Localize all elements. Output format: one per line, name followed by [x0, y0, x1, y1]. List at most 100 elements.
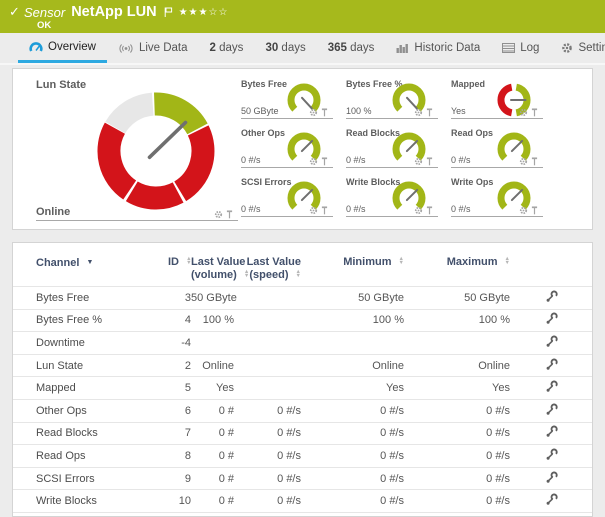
channel-settings-cell[interactable]	[510, 354, 592, 377]
channel-settings-cell[interactable]	[510, 287, 592, 310]
table-body: Bytes Free350 GByte50 GByte50 GByteBytes…	[13, 287, 592, 513]
gauge-value: Yes	[451, 106, 466, 116]
pin-icon[interactable]	[531, 157, 538, 166]
tab-365-days[interactable]: 365 days	[317, 33, 386, 63]
gear-icon[interactable]	[414, 157, 423, 166]
channel-settings-cell[interactable]	[510, 490, 592, 513]
channel-cell: 0 #/s	[301, 422, 404, 445]
channel-settings-cell[interactable]	[510, 309, 592, 332]
gauge-label: Bytes Free	[241, 79, 287, 89]
gauge-cell-mapped: MappedYes	[451, 79, 543, 119]
table-row-scsi-errors: SCSI Errors90 #0 #/s0 #/s0 #/s	[13, 467, 592, 490]
channel-cell: 4	[168, 309, 191, 332]
channel-cell: 50 GByte	[301, 287, 404, 310]
channel-cell: 0 #/s	[234, 422, 301, 445]
channel-settings-cell[interactable]	[510, 399, 592, 422]
gear-icon[interactable]	[309, 157, 318, 166]
priority-flag-icon[interactable]	[164, 7, 173, 18]
channel-cell: 50 GByte	[191, 287, 234, 310]
gauge-icons	[309, 206, 328, 215]
channel-cell: 0 #	[191, 399, 234, 422]
gear-icon[interactable]	[519, 157, 528, 166]
gauge-icons	[309, 108, 328, 117]
gauge-value: 0 #/s	[451, 155, 471, 165]
channel-settings-cell[interactable]	[510, 467, 592, 490]
wrench-icon[interactable]	[545, 493, 558, 506]
column-header-last-value-volume[interactable]: Last Value(volume) ▲▼	[191, 243, 234, 287]
channel-cell: 100 %	[404, 309, 510, 332]
pin-icon[interactable]	[321, 108, 328, 117]
channel-cell: 0 #/s	[404, 399, 510, 422]
pin-icon[interactable]	[531, 206, 538, 215]
table-row-write-blocks: Write Blocks100 #0 #/s0 #/s0 #/s	[13, 490, 592, 513]
channel-settings-cell[interactable]	[510, 422, 592, 445]
wrench-icon[interactable]	[545, 335, 558, 348]
gear-icon[interactable]	[414, 108, 423, 117]
lun-state-gauge-svg	[97, 92, 215, 210]
gauge-icons	[414, 157, 433, 166]
tab-live-data[interactable]: Live Data	[107, 33, 199, 63]
tab-overview[interactable]: Overview	[18, 33, 107, 63]
channel-cell	[234, 377, 301, 400]
gauge-cell-read-blocks: Read Blocks0 #/s	[346, 128, 438, 168]
column-header-id[interactable]: ID ▲▼	[168, 243, 191, 287]
wrench-icon[interactable]	[545, 380, 558, 393]
table-row-downtime: Downtime-4	[13, 332, 592, 355]
column-header-channel[interactable]: Channel ▼	[13, 243, 168, 287]
channel-cell: 0 #	[191, 490, 234, 513]
wrench-icon[interactable]	[545, 448, 558, 461]
wrench-icon[interactable]	[545, 358, 558, 371]
priority-stars[interactable]: ★★★☆☆	[179, 7, 229, 18]
pin-icon[interactable]	[226, 210, 233, 219]
gauge-icons	[519, 108, 538, 117]
wrench-icon[interactable]	[545, 290, 558, 303]
wrench-icon[interactable]	[545, 471, 558, 484]
channel-settings-cell[interactable]	[510, 445, 592, 468]
gear-icon[interactable]	[519, 108, 528, 117]
tab-30-days[interactable]: 30 days	[254, 33, 316, 63]
gauge-label: Write Ops	[451, 177, 493, 187]
channel-cell: 0 #	[191, 445, 234, 468]
tab-2-days[interactable]: 2 days	[199, 33, 255, 63]
wrench-icon[interactable]	[545, 312, 558, 325]
pin-icon[interactable]	[426, 157, 433, 166]
channel-cell: Online	[191, 354, 234, 377]
channel-name: Bytes Free %	[13, 309, 168, 332]
channel-settings-cell[interactable]	[510, 332, 592, 355]
gear-icon[interactable]	[309, 108, 318, 117]
channel-name: Bytes Free	[13, 287, 168, 310]
gear-icon[interactable]	[414, 206, 423, 215]
pin-icon[interactable]	[531, 108, 538, 117]
pin-icon[interactable]	[321, 206, 328, 215]
gear-icon[interactable]	[309, 206, 318, 215]
column-header-maximum[interactable]: Maximum ▲▼	[404, 243, 510, 287]
channel-cell: Yes	[404, 377, 510, 400]
channel-cell: 0 #/s	[301, 399, 404, 422]
table-row-lun-state: Lun State2OnlineOnlineOnline	[13, 354, 592, 377]
gauge-cell-write-blocks: Write Blocks0 #/s	[346, 177, 438, 217]
pin-icon[interactable]	[426, 108, 433, 117]
column-header-minimum[interactable]: Minimum ▲▼	[301, 243, 404, 287]
gauge-value: 50 GByte	[241, 106, 279, 116]
pin-icon[interactable]	[426, 206, 433, 215]
wrench-icon[interactable]	[545, 403, 558, 416]
wrench-icon[interactable]	[545, 425, 558, 438]
channel-name: Downtime	[13, 332, 168, 355]
channels-table: Channel ▼ID ▲▼Last Value(volume) ▲▼Last …	[13, 243, 592, 513]
channel-name: Write Blocks	[13, 490, 168, 513]
lun-state-gauge[interactable]	[97, 92, 215, 210]
gauge-icons	[519, 157, 538, 166]
gauge-cell-bytes-free: Bytes Free %100 %	[346, 79, 438, 119]
channel-cell: 0 #/s	[404, 445, 510, 468]
gear-icon[interactable]	[214, 210, 223, 219]
channel-settings-cell[interactable]	[510, 377, 592, 400]
pin-icon[interactable]	[321, 157, 328, 166]
tab-historic-data[interactable]: Historic Data	[385, 33, 491, 63]
gauge-value: 0 #/s	[451, 204, 471, 214]
tab-log[interactable]: Log	[491, 33, 550, 63]
table-row-mapped: Mapped5YesYesYes	[13, 377, 592, 400]
channel-cell: 7	[168, 422, 191, 445]
tab-settings[interactable]: Settings	[550, 33, 605, 63]
gear-icon[interactable]	[519, 206, 528, 215]
channel-name: Read Blocks	[13, 422, 168, 445]
